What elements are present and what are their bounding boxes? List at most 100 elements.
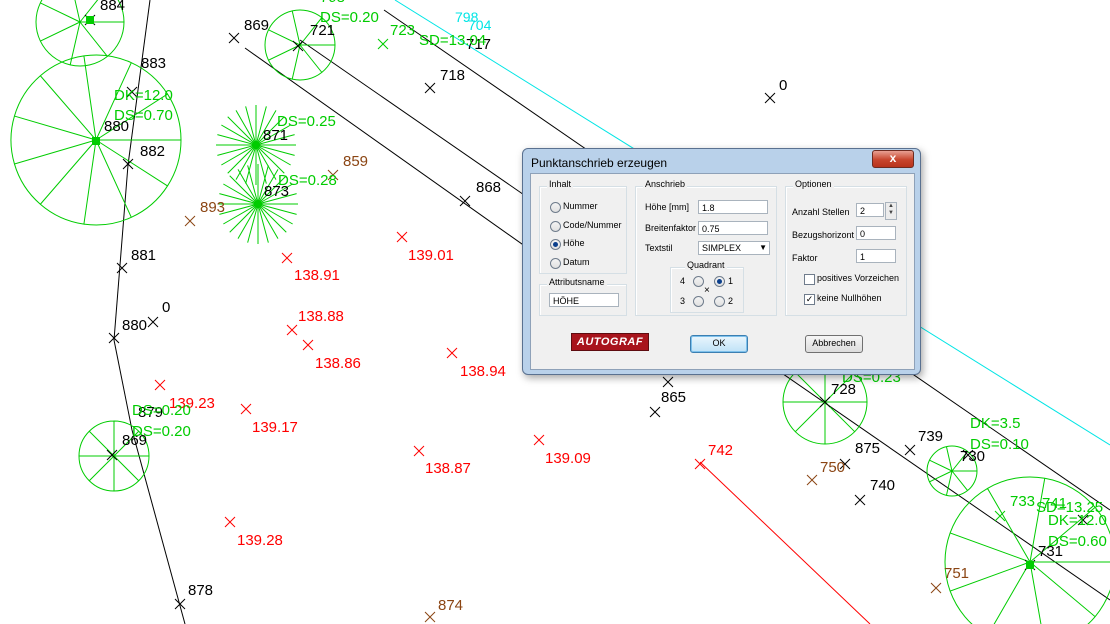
attributsname-caption: Attributsname [547,277,607,287]
radio-hoehe[interactable] [550,239,561,250]
point-marker [649,406,661,418]
faktor-input[interactable]: 1 [856,249,896,263]
point-label: 704 [468,17,492,33]
radio-quadrant-3[interactable] [693,296,704,307]
quadrant-3-label: 3 [680,296,686,306]
point-label: 723 [390,22,415,39]
point-marker [424,611,436,623]
anzahl-stellen-input[interactable]: 2 [856,203,884,217]
point-label: 138.86 [315,355,361,372]
quadrant-caption: Quadrant [685,260,727,270]
radio-quadrant-4[interactable] [693,276,704,287]
quadrant-4-label: 4 [680,276,686,286]
point-label: DS=0.20 [132,423,191,440]
point-label: 718 [440,67,465,84]
point-label: 751 [944,565,969,582]
point-label: 882 [140,143,165,160]
point-label: DK=3.5 [970,415,1020,432]
point-marker [116,262,128,274]
dialog-title: Punktanschrieb erzeugen [531,156,668,170]
point-label: 883 [141,55,166,72]
point-label: 740 [870,477,895,494]
point-label: 881 [131,247,156,264]
point-label: 0 [779,77,787,94]
punktanschrieb-dialog: Punktanschrieb erzeugen x Inhalt Nummer … [522,148,921,375]
radio-nummer[interactable] [550,202,561,213]
point-marker [281,252,293,264]
close-button[interactable]: x [872,150,914,168]
point-label: DS=0.10 [970,436,1029,453]
positives-vorzeichen-label: positives Vorzeichen [817,273,900,283]
autograf-logo: AUTOGRAF [571,333,649,351]
bezugshorizont-input[interactable]: 0 [856,226,896,240]
optionen-caption: Optionen [793,179,834,189]
point-label: 138.88 [298,308,344,325]
breitenfaktor-input[interactable]: 0.75 [698,221,768,235]
radio-datum[interactable] [550,258,561,269]
point-label: 138.94 [460,363,506,380]
ok-button[interactable]: OK [690,335,748,353]
dropdown-arrow-icon[interactable]: ▼ [759,242,767,254]
point-marker [292,40,304,52]
attributsname-input[interactable]: HÖHE [549,293,619,307]
point-label: 742 [708,442,733,459]
survey-point-marker [86,16,94,24]
point-marker [184,215,196,227]
radio-code-nummer[interactable] [550,221,561,232]
point-label: 139.17 [252,419,298,436]
point-marker [424,82,436,94]
point-marker [240,403,252,415]
point-marker [377,38,389,50]
point-marker [662,376,674,388]
anzahl-stellen-spinner[interactable]: ▲ ▼ [885,202,897,220]
point-label: 874 [438,597,463,614]
dialog-client-area: Inhalt Nummer Code/Nummer Höhe Datum Att… [530,173,915,370]
point-label: 868 [476,179,501,196]
positives-vorzeichen-checkbox[interactable] [804,274,815,285]
point-label: 798 [320,0,345,6]
breitenfaktor-label: Breitenfaktor [645,223,697,233]
hoehe-mm-input[interactable]: 1.8 [698,200,768,214]
hoehe-mm-label: Höhe [mm] [645,202,690,212]
point-label: 865 [661,389,686,406]
point-label: SD=13.04 [419,32,486,49]
point-marker [806,474,818,486]
point-label: 880 [122,317,147,334]
point-marker [413,445,425,457]
point-marker [694,458,706,470]
point-marker [154,379,166,391]
radio-quadrant-1[interactable] [714,276,725,287]
anschrieb-group: Anschrieb Höhe [mm] 1.8 Breitenfaktor 0.… [635,179,777,316]
textstil-label: Textstil [645,243,673,253]
keine-nullhoehen-checkbox[interactable]: ✓ [804,294,815,305]
point-label: DS=0.20 [320,9,379,26]
optionen-group: Optionen Anzahl Stellen 2 ▲ ▼ Bezugshoriz… [785,179,907,316]
point-label: 739 [918,428,943,445]
point-marker [224,516,236,528]
point-label: 139.01 [408,247,454,264]
point-label: 139.28 [237,532,283,549]
point-marker [302,339,314,351]
point-label: 893 [200,199,225,216]
label-code-nummer: Code/Nummer [563,220,622,230]
point-marker [147,316,159,328]
quadrant-group: Quadrant 4 1 × 3 2 [670,260,744,313]
abbrechen-button[interactable]: Abbrechen [805,335,863,353]
radio-quadrant-2[interactable] [714,296,725,307]
bezugshorizont-label: Bezugshorizont [792,230,855,240]
point-marker [854,494,866,506]
point-label: 138.91 [294,267,340,284]
textstil-select[interactable]: SIMPLEX ▼ [698,241,770,255]
point-label: 750 [820,459,845,476]
label-nummer: Nummer [563,201,598,211]
anschrieb-caption: Anschrieb [643,179,688,189]
survey-point-marker [92,137,100,145]
point-marker [446,347,458,359]
point-label: 139.09 [545,450,591,467]
point-label: 0 [162,299,170,316]
point-label: 733 [1010,493,1035,510]
point-label: DS=0.70 [114,107,173,124]
point-marker [396,231,408,243]
point-label: 875 [855,440,880,457]
point-marker [904,444,916,456]
